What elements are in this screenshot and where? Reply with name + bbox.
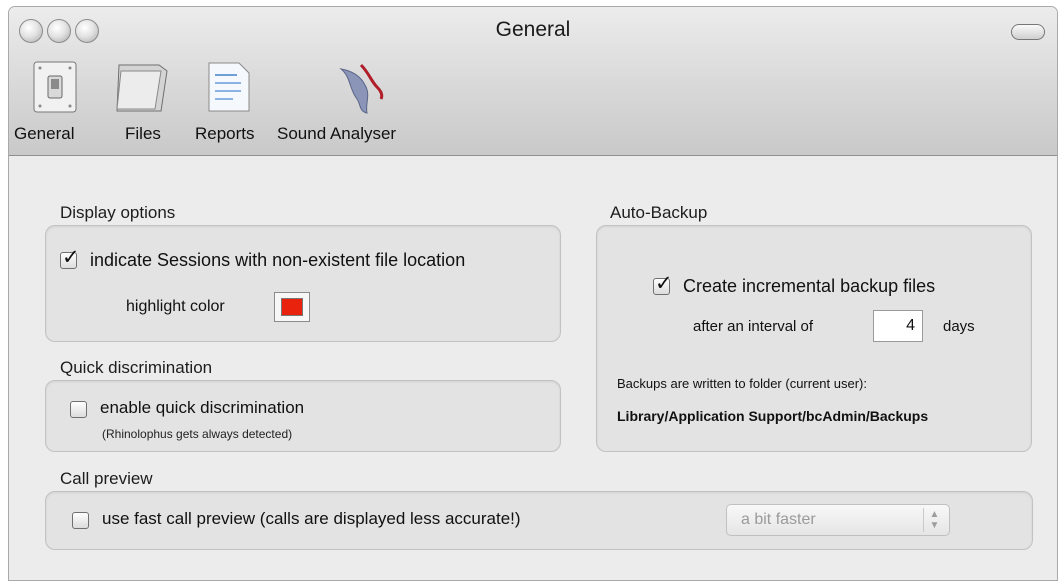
quick-discrimination-title: Quick discrimination [60, 358, 213, 377]
preview-speed-select[interactable]: a bit faster ▲ ▼ [726, 504, 950, 536]
display-options-box: ✓ indicate Sessions with non-existent fi… [45, 225, 561, 342]
create-incremental-label: Create incremental backup files [683, 276, 936, 296]
toolbar-reports-label: Reports [195, 124, 255, 143]
indicate-sessions-label: indicate Sessions with non-existent file… [90, 250, 466, 270]
folder-icon [116, 64, 168, 112]
highlight-color-well[interactable] [274, 292, 310, 322]
indicate-sessions-checkbox[interactable]: ✓ [60, 247, 80, 269]
call-preview-box: use fast call preview (calls are display… [45, 491, 1033, 550]
toggle-switch-icon [33, 61, 77, 113]
enable-quick-discrimination-checkbox[interactable] [70, 401, 87, 418]
report-document-icon [208, 62, 250, 112]
checkmark-icon: ✓ [655, 271, 673, 295]
fast-call-preview-label: use fast call preview (calls are display… [102, 509, 521, 528]
backup-folder-info: Backups are written to folder (current u… [617, 376, 867, 391]
quick-discrimination-note: (Rhinolophus gets always detected) [102, 427, 293, 441]
quick-discrimination-box: enable quick discrimination (Rhinolophus… [45, 380, 561, 452]
up-down-arrows-icon: ▲ ▼ [923, 508, 945, 532]
highlight-color-label: highlight color [126, 298, 225, 315]
toolbar-sound-analyser-label: Sound Analyser [277, 124, 397, 143]
toolbar-toggle-button[interactable] [1011, 24, 1045, 40]
auto-backup-title: Auto-Backup [610, 203, 708, 222]
auto-backup-box: ✓ Create incremental backup files after … [596, 225, 1032, 452]
bat-sound-icon [339, 63, 384, 114]
toolbar-files-label: Files [125, 124, 161, 143]
title-toolbar: General General Files Reports Sound Anal… [9, 7, 1057, 156]
interval-days-input[interactable]: 4 [873, 310, 923, 342]
fast-call-preview-checkbox[interactable] [72, 512, 89, 529]
display-options-title: Display options [60, 203, 176, 222]
create-incremental-checkbox[interactable]: ✓ [653, 273, 673, 295]
highlight-color-swatch [281, 298, 303, 316]
preferences-window: General General Files Reports Sound Anal… [8, 6, 1058, 581]
checkmark-icon: ✓ [62, 245, 80, 269]
window-title: General [495, 18, 571, 41]
preview-speed-value: a bit faster [741, 511, 816, 528]
enable-quick-discrimination-label: enable quick discrimination [100, 398, 305, 417]
toolbar-general-label: General [14, 124, 75, 143]
call-preview-title: Call preview [60, 469, 153, 488]
interval-unit-label: days [943, 318, 975, 335]
backup-folder-path: Library/Application Support/bcAdmin/Back… [617, 408, 929, 424]
interval-prefix-label: after an interval of [693, 318, 814, 335]
